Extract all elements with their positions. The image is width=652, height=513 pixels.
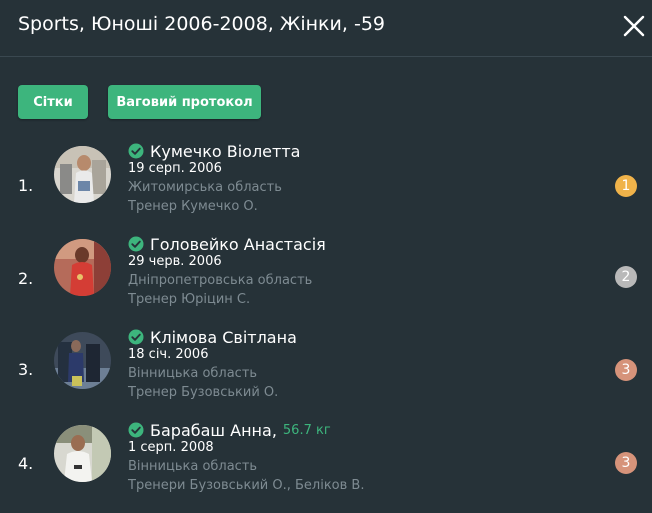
avatar[interactable]: [54, 332, 111, 389]
region: Вінницька область: [128, 459, 258, 474]
list-item[interactable]: 3. Клімова Світлана 18 січ. 2006 Вінниць…: [0, 328, 652, 420]
coach: Тренер Юріцин С.: [128, 292, 251, 307]
region: Вінницька область: [128, 366, 258, 381]
check-circle-icon: [128, 422, 144, 438]
grids-button[interactable]: Сітки: [18, 85, 88, 119]
page-title: Sports, Юноші 2006-2008, Жінки, -59: [18, 13, 385, 35]
athlete-weight: 56.7 кг: [282, 422, 331, 438]
check-circle-icon: [128, 329, 144, 345]
region: Житомирська область: [128, 180, 282, 195]
coach: Тренер Кумечко О.: [128, 199, 258, 214]
athlete-name[interactable]: Головейко Анастасія: [150, 235, 326, 254]
medal-badge: 2: [615, 266, 637, 288]
avatar[interactable]: [54, 239, 111, 296]
athlete-info: Головейко Анастасія 29 черв. 2006 Дніпро…: [128, 233, 332, 309]
region: Дніпропетровська область: [128, 273, 313, 288]
list-item[interactable]: 2. Головейко Анастасія 29 черв. 2006 Дні…: [0, 235, 652, 327]
rank-number: 2.: [18, 269, 34, 288]
athlete-info: Клімова Світлана 18 січ. 2006 Вінницька …: [128, 326, 303, 402]
modal-header: Sports, Юноші 2006-2008, Жінки, -59: [0, 0, 652, 57]
birth-date: 19 серп. 2006: [128, 161, 222, 176]
avatar[interactable]: [54, 146, 111, 203]
birth-date: 1 серп. 2008: [128, 440, 214, 455]
coach: Тренер Бузовський О.: [128, 385, 279, 400]
check-circle-icon: [128, 143, 144, 159]
athlete-name[interactable]: Клімова Світлана: [150, 328, 297, 347]
athlete-name[interactable]: Кумечко Віолетта: [150, 142, 300, 161]
birth-date: 29 черв. 2006: [128, 254, 222, 269]
avatar[interactable]: [54, 425, 111, 482]
weigh-protocol-button[interactable]: Ваговий протокол: [108, 85, 261, 119]
coach: Тренери Бузовський О., Беліков В.: [128, 478, 365, 493]
medal-badge: 3: [615, 452, 637, 474]
athlete-name[interactable]: Барабаш Анна,: [150, 421, 277, 440]
athlete-info: Барабаш Анна, 56.7 кг 1 серп. 2008 Вінни…: [128, 419, 364, 495]
list-item[interactable]: 1. Кумечко Віолетта 19 серп. 2006 Житоми…: [0, 142, 652, 234]
rank-number: 4.: [18, 454, 34, 473]
birth-date: 18 січ. 2006: [128, 347, 209, 362]
athlete-info: Кумечко Віолетта 19 серп. 2006 Житомирсь…: [128, 140, 306, 216]
medal-badge: 3: [615, 359, 637, 381]
check-circle-icon: [128, 236, 144, 252]
close-icon[interactable]: [622, 14, 646, 38]
list-item[interactable]: 4. Барабаш Анна, 56.7 кг 1 серп. 2008 Ві…: [0, 421, 652, 513]
rank-number: 3.: [18, 360, 34, 379]
rank-number: 1.: [18, 176, 34, 195]
medal-badge: 1: [615, 175, 637, 197]
